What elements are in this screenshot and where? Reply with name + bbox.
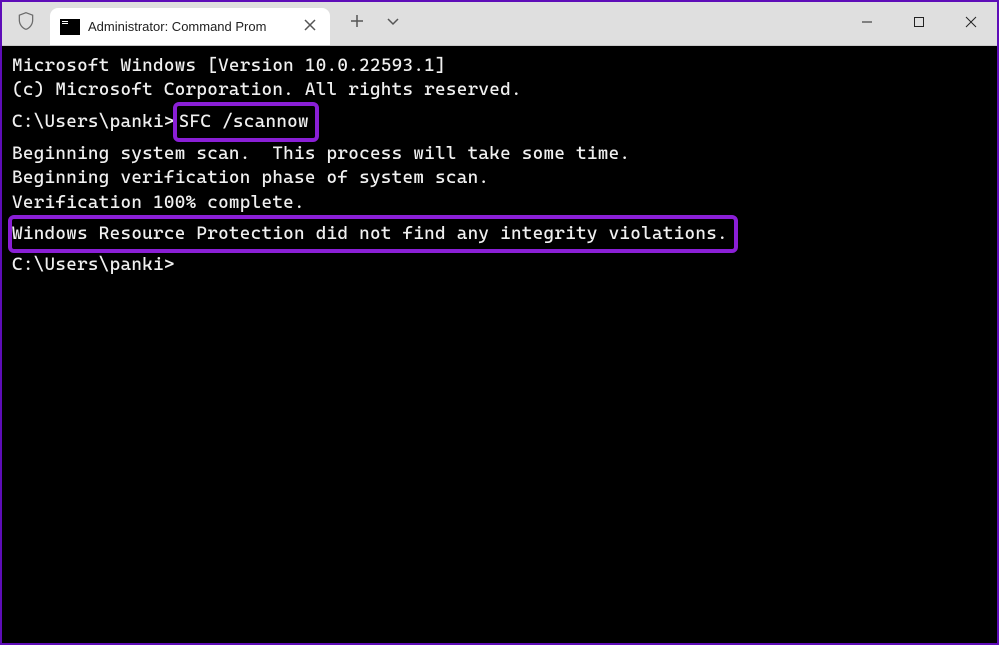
close-icon: [965, 15, 977, 33]
terminal-body[interactable]: Microsoft Windows [Version 10.0.22593.1]…: [2, 46, 997, 643]
close-icon: [304, 18, 316, 36]
app-window: Administrator: Command Prom: [2, 2, 997, 643]
terminal-line: Windows Resource Protection did not find…: [12, 215, 987, 253]
highlight-result: Windows Resource Protection did not find…: [8, 215, 738, 253]
terminal-line: (c) Microsoft Corporation. All rights re…: [12, 78, 987, 102]
titlebar-spacer: [410, 2, 841, 45]
chevron-down-icon: [386, 14, 400, 33]
minimize-icon: [861, 15, 873, 33]
cmd-icon: [60, 19, 80, 35]
shield-icon: [16, 11, 36, 36]
tab-close-button[interactable]: [298, 15, 322, 39]
tab-title: Administrator: Command Prom: [88, 19, 290, 34]
terminal-line: C:\Users\panki>SFC /scannow: [12, 102, 987, 142]
minimize-button[interactable]: [841, 2, 893, 45]
tab-active[interactable]: Administrator: Command Prom: [50, 8, 330, 45]
tab-dropdown-button[interactable]: [376, 7, 410, 41]
terminal-line: Beginning verification phase of system s…: [12, 166, 987, 190]
terminal-line: Verification 100% complete.: [12, 191, 987, 215]
terminal-line: Beginning system scan. This process will…: [12, 142, 987, 166]
close-window-button[interactable]: [945, 2, 997, 45]
new-tab-button[interactable]: [340, 7, 374, 41]
maximize-icon: [913, 15, 925, 33]
terminal-line: Microsoft Windows [Version 10.0.22593.1]: [12, 54, 987, 78]
prompt-prefix: C:\Users\panki>: [12, 111, 175, 132]
browser-shield-area[interactable]: [2, 2, 50, 45]
tab-controls: [330, 2, 410, 45]
highlight-command: SFC /scannow: [173, 102, 319, 142]
titlebar: Administrator: Command Prom: [2, 2, 997, 46]
terminal-prompt: C:\Users\panki>: [12, 253, 987, 277]
maximize-button[interactable]: [893, 2, 945, 45]
window-controls: [841, 2, 997, 45]
plus-icon: [350, 14, 364, 33]
